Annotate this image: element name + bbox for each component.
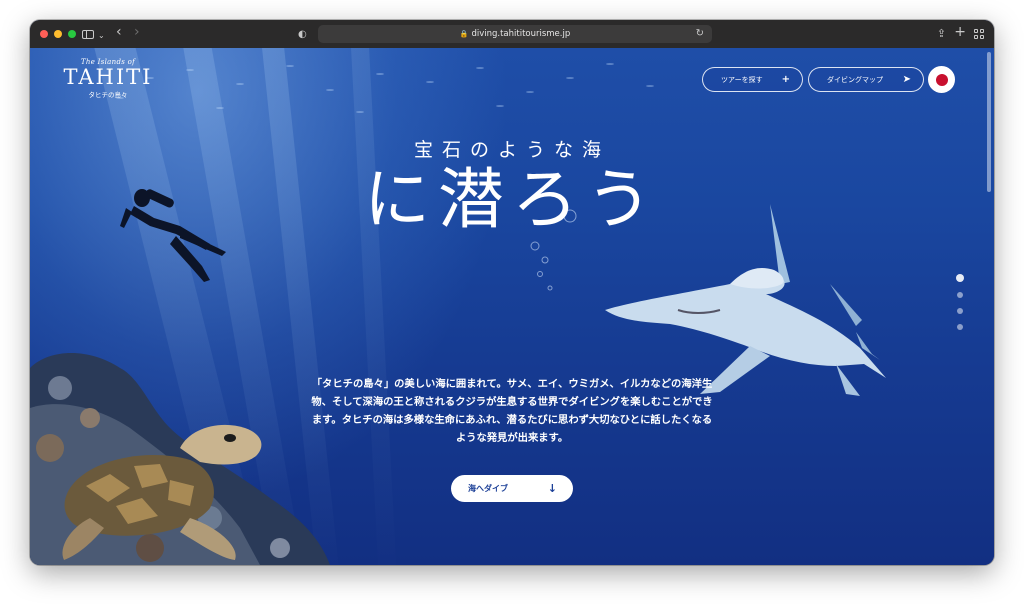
browser-toolbar: ⌄ ‹ › ◐ 🔒 diving.tahititourisme.jp ↻ ⇪ + [30,20,994,48]
arrow-down-icon: ↓ [547,482,557,495]
navigation-arrow-icon: ➤ [902,74,911,85]
diving-map-label: ダイビングマップ [827,75,883,84]
browser-window: ⌄ ‹ › ◐ 🔒 diving.tahititourisme.jp ↻ ⇪ + [30,20,994,565]
address-url: diving.tahititourisme.jp [471,29,571,39]
pager-dot[interactable] [957,292,963,298]
reload-icon[interactable]: ↻ [696,28,704,39]
section-pager [955,274,965,340]
pager-dot[interactable] [957,308,963,314]
find-tour-label: ツアーを探す [721,75,763,84]
pager-dot[interactable] [957,324,963,330]
share-icon[interactable]: ⇪ [937,27,946,41]
sidebar-icon[interactable] [82,30,94,39]
diving-map-button[interactable]: ダイビングマップ ➤ [808,67,924,92]
plus-icon: + [781,74,790,85]
fish-school [116,63,654,113]
hero-title: に潜ろう [364,161,660,238]
logo-subtitle: タヒチの島々 [88,91,128,99]
hero-page: The Islands of TAHITI タヒチの島々 ツアーを探す + ダイ… [30,48,994,565]
hero-description: 「タヒチの島々」の美しい海に囲まれて。サメ、エイ、ウミガメ、イルカなどの海洋生物… [311,378,713,444]
minimize-window-button[interactable] [54,30,62,38]
find-tour-button[interactable]: ツアーを探す + [702,67,803,92]
japan-flag-icon [935,73,948,86]
dive-button-label: 海へダイブ [468,484,508,493]
logo-wordmark: TAHITI [63,65,153,89]
dive-into-sea-button[interactable]: 海へダイブ ↓ [451,475,573,502]
address-bar[interactable]: 🔒 diving.tahititourisme.jp ↻ [318,25,712,43]
back-arrow-icon[interactable]: ‹ [116,25,122,39]
zoom-window-button[interactable] [68,30,76,38]
new-tab-icon[interactable]: + [954,25,966,39]
hero-subtitle: 宝石のような海 [413,139,610,161]
privacy-shield-icon[interactable]: ◐ [298,28,307,42]
close-window-button[interactable] [40,30,48,38]
lock-icon: 🔒 [459,30,469,38]
window-controls [40,30,76,38]
language-switch-button[interactable] [928,66,955,93]
chevron-down-icon[interactable]: ⌄ [98,29,105,43]
tahiti-logo[interactable]: The Islands of TAHITI タヒチの島々 [58,58,158,99]
pager-dot[interactable] [956,274,964,282]
forward-arrow-icon[interactable]: › [134,25,140,39]
tab-overview-icon[interactable] [974,29,984,39]
